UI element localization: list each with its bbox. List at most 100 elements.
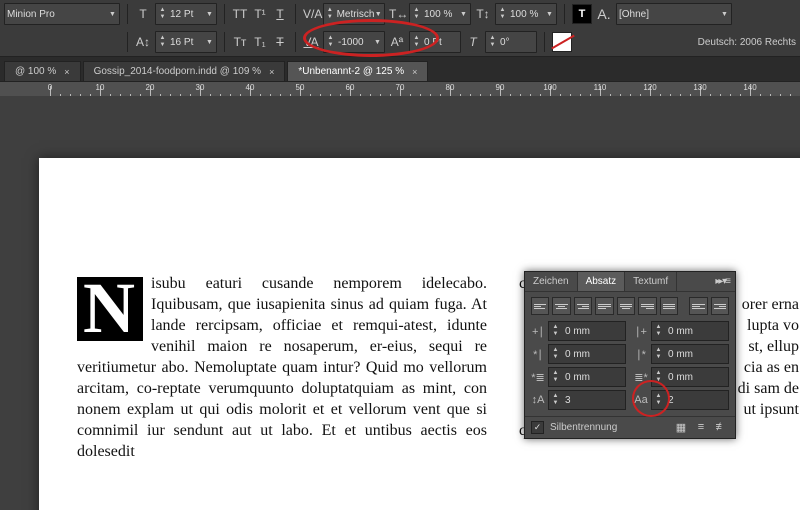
underline-icon[interactable]: T bbox=[272, 7, 288, 21]
indent-left-field[interactable]: +∣▲▼0 mm bbox=[531, 321, 626, 341]
close-icon[interactable]: × bbox=[64, 67, 69, 77]
last-indent-icon: ∣* bbox=[634, 348, 648, 361]
indent-right-field[interactable]: ∣+▲▼0 mm bbox=[634, 321, 729, 341]
chevron-down-icon[interactable]: ▼ bbox=[108, 11, 117, 18]
chevron-down-icon[interactable]: ▼ bbox=[374, 11, 382, 18]
ruler-label: 40 bbox=[246, 83, 255, 92]
panel-footer: ✓ Silbentrennung ▦ ≡ ≢ bbox=[525, 416, 735, 438]
dropcap-lines-field[interactable]: ↕A▲▼3 bbox=[531, 390, 626, 410]
indent-left-icon: +∣ bbox=[531, 325, 545, 338]
stepper-up-icon[interactable]: ▲ bbox=[326, 7, 334, 14]
superscript-icon[interactable]: T¹ bbox=[252, 7, 268, 21]
stepper-down-icon[interactable]: ▼ bbox=[412, 14, 421, 21]
stepper-up-icon[interactable]: ▲ bbox=[498, 7, 507, 14]
document-tab[interactable]: @ 100 %× bbox=[4, 61, 81, 81]
ruler-label: 80 bbox=[446, 83, 455, 92]
last-indent-field[interactable]: ∣*▲▼0 mm bbox=[634, 344, 729, 364]
tab-zeichen[interactable]: Zeichen bbox=[525, 272, 578, 291]
shade-icon[interactable]: ▦ bbox=[673, 421, 689, 434]
chevron-down-icon[interactable]: ▼ bbox=[205, 11, 214, 18]
chevron-down-icon[interactable]: ▼ bbox=[720, 11, 729, 18]
stepper-down-icon[interactable]: ▼ bbox=[326, 14, 334, 21]
char-style-icon[interactable]: A. bbox=[596, 6, 612, 22]
stepper-down-icon[interactable]: ▼ bbox=[158, 14, 167, 21]
stepper-up-icon[interactable]: ▲ bbox=[158, 35, 167, 42]
char-style-value: [Ohne] bbox=[619, 9, 720, 20]
justify-right-button[interactable] bbox=[638, 297, 656, 315]
stepper-down-icon[interactable]: ▼ bbox=[326, 42, 335, 49]
body-text-fragment: cia as en bbox=[744, 357, 799, 378]
text-column-left[interactable]: N isubu eaturi cusande nemporem idelecab… bbox=[77, 273, 487, 462]
baseline-value: 0 Pt bbox=[424, 37, 442, 48]
font-size-icon: T bbox=[135, 7, 151, 21]
panel-flyout-menu[interactable]: ▸▸ ▾≡ bbox=[709, 272, 735, 291]
stepper-down-icon[interactable]: ▼ bbox=[488, 42, 497, 49]
stepper-up-icon[interactable]: ▲ bbox=[488, 35, 497, 42]
ruler-label: 120 bbox=[643, 83, 656, 92]
type-options-row-2: A↕ ▲▼ 16 Pt ▼ Tᴛ T₁ T VA ▲▼ -1000 ▼ Aª ▲… bbox=[0, 28, 800, 56]
vscale-field[interactable]: ▲▼ 100 % ▼ bbox=[495, 3, 557, 25]
ruler-label: 10 bbox=[96, 83, 105, 92]
strikethrough-icon[interactable]: T bbox=[272, 35, 288, 49]
close-icon[interactable]: × bbox=[269, 67, 274, 77]
no-grid-icon[interactable]: ≢ bbox=[713, 421, 729, 434]
space-before-field[interactable]: *≣▲▼0 mm bbox=[531, 367, 626, 387]
char-style-field[interactable]: [Ohne] ▼ bbox=[616, 3, 732, 25]
justify-center-button[interactable] bbox=[617, 297, 635, 315]
close-icon[interactable]: × bbox=[412, 67, 417, 77]
stepper-down-icon[interactable]: ▼ bbox=[498, 14, 507, 21]
chevron-down-icon[interactable]: ▼ bbox=[205, 39, 214, 46]
skew-field[interactable]: ▲▼ 0° bbox=[485, 31, 537, 53]
stepper-up-icon[interactable]: ▲ bbox=[412, 7, 421, 14]
align-left-button[interactable] bbox=[531, 297, 549, 315]
subscript-icon[interactable]: T₁ bbox=[252, 35, 268, 49]
justify-all-button[interactable] bbox=[660, 297, 678, 315]
kerning-field[interactable]: ▲▼ Metrisch ▼ bbox=[323, 3, 385, 25]
stroke-swatch[interactable] bbox=[552, 32, 572, 52]
document-tab[interactable]: Gossip_2014-foodporn.indd @ 109 % × bbox=[83, 61, 286, 81]
chevron-down-icon[interactable]: ▼ bbox=[373, 39, 382, 46]
justify-left-button[interactable] bbox=[595, 297, 613, 315]
chevron-down-icon[interactable]: ▼ bbox=[545, 11, 554, 18]
baseline-grid-icon[interactable]: ≡ bbox=[693, 421, 709, 434]
font-size-field[interactable]: ▲▼ 12 Pt ▼ bbox=[155, 3, 217, 25]
tracking-field[interactable]: ▲▼ -1000 ▼ bbox=[323, 31, 385, 53]
ruler-label: 0 bbox=[48, 83, 52, 92]
kerning-icon: V/A bbox=[303, 7, 319, 21]
smallcaps-icon[interactable]: Tᴛ bbox=[232, 35, 248, 49]
stepper-up-icon[interactable]: ▲ bbox=[326, 35, 335, 42]
chevron-down-icon[interactable]: ▼ bbox=[459, 11, 468, 18]
dropcap-chars-field[interactable]: Aa▲▼2 bbox=[634, 390, 729, 410]
ruler-label: 100 bbox=[543, 83, 556, 92]
stepper-up-icon[interactable]: ▲ bbox=[412, 35, 421, 42]
baseline-field[interactable]: ▲▼ 0 Pt bbox=[409, 31, 461, 53]
first-indent-icon: *∣ bbox=[531, 348, 545, 361]
stepper-down-icon[interactable]: ▼ bbox=[158, 42, 167, 49]
dropcap-chars-icon: Aa bbox=[634, 394, 648, 406]
hscale-field[interactable]: ▲▼ 100 % ▼ bbox=[409, 3, 471, 25]
font-family-field[interactable]: Minion Pro ▼ bbox=[4, 3, 120, 25]
space-after-field[interactable]: ≣*▲▼0 mm bbox=[634, 367, 729, 387]
body-text-fragment: st, ellup bbox=[748, 336, 799, 357]
tab-textumf[interactable]: Textumf bbox=[625, 272, 677, 291]
tab-absatz[interactable]: Absatz bbox=[578, 272, 626, 291]
align-away-spine-button[interactable] bbox=[711, 297, 729, 315]
document-tab[interactable]: *Unbenannt-2 @ 125 %× bbox=[287, 61, 428, 81]
tab-label: Gossip_2014-foodporn.indd @ 109 % bbox=[94, 66, 262, 77]
ruler-label: 140 bbox=[743, 83, 756, 92]
align-center-button[interactable] bbox=[552, 297, 570, 315]
align-right-button[interactable] bbox=[574, 297, 592, 315]
tracking-icon: VA bbox=[303, 35, 319, 49]
stepper-down-icon[interactable]: ▼ bbox=[412, 42, 421, 49]
leading-field[interactable]: ▲▼ 16 Pt ▼ bbox=[155, 31, 217, 53]
ruler-label: 110 bbox=[594, 83, 607, 92]
allcaps-icon[interactable]: TT bbox=[232, 7, 248, 21]
stepper-up-icon[interactable]: ▲ bbox=[158, 7, 167, 14]
align-towards-spine-button[interactable] bbox=[689, 297, 707, 315]
hyphenation-checkbox[interactable]: ✓ bbox=[531, 421, 544, 434]
tab-absatz-label: Absatz bbox=[586, 276, 617, 287]
control-panel: Minion Pro ▼ T ▲▼ 12 Pt ▼ TT T¹ T V/A ▲▼… bbox=[0, 0, 800, 57]
first-indent-field[interactable]: *∣▲▼0 mm bbox=[531, 344, 626, 364]
fill-swatch[interactable]: T bbox=[572, 4, 592, 24]
font-family-value: Minion Pro bbox=[7, 9, 108, 20]
